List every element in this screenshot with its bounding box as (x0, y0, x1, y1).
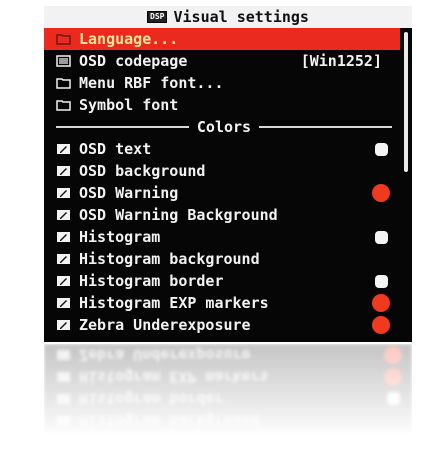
section-title: Colors (196, 118, 252, 136)
menu-item-menu-rbf-font[interactable]: Menu RBF font... (44, 72, 400, 94)
menu-item-label: Zebra Underexposure (79, 316, 251, 334)
menu-item-osd-background[interactable]: OSD background (44, 160, 400, 182)
menu-item-label: OSD Warning Background (79, 206, 278, 224)
color-edit-icon (56, 231, 71, 243)
color-edit-icon (56, 253, 71, 265)
menu-item-label: OSD background (79, 162, 206, 180)
menu-item-label: Histogram EXP markers (79, 294, 269, 312)
menu-item-label: OSD text (79, 140, 152, 158)
folder-icon (56, 77, 71, 89)
color-swatch (375, 274, 388, 288)
reflection-fade (44, 344, 412, 454)
color-swatch (375, 230, 388, 244)
color-edit-icon (56, 187, 71, 199)
color-edit-icon (56, 319, 71, 331)
camera-screen: DSP Visual settings Language... OSD code… (44, 6, 412, 342)
divider (259, 126, 392, 128)
menu-item-label: OSD Warning (79, 184, 179, 202)
menu-item-zebra-underexposure[interactable]: Zebra Underexposure (44, 314, 400, 336)
color-edit-icon (56, 143, 71, 155)
menu-item-osd-warning[interactable]: OSD Warning (44, 182, 400, 204)
title-bar: DSP Visual settings (44, 6, 412, 28)
menu-item-osd-text[interactable]: OSD text (44, 138, 400, 160)
color-swatch (372, 294, 390, 312)
menu-item-histogram[interactable]: Histogram (44, 226, 400, 248)
menu-item-label: Menu RBF font... (79, 74, 224, 92)
colors-section-header: Colors (44, 116, 400, 138)
color-swatch (375, 142, 388, 156)
menu-item-label: Histogram border (79, 272, 224, 290)
menu-item-label: Histogram (79, 228, 161, 246)
menu-item-histogram-background[interactable]: Histogram background (44, 248, 400, 270)
color-edit-icon (56, 209, 71, 221)
settings-menu: Language... OSD codepage [Win1252] Menu … (44, 28, 400, 336)
color-swatch (372, 316, 390, 334)
scrollbar[interactable] (404, 32, 408, 172)
list-icon (56, 55, 71, 67)
color-edit-icon (56, 165, 71, 177)
divider (56, 126, 189, 128)
menu-item-osd-codepage[interactable]: OSD codepage [Win1252] (44, 50, 400, 72)
folder-icon (56, 99, 71, 111)
color-swatch (372, 184, 390, 202)
menu-item-label: Symbol font (79, 96, 179, 114)
color-edit-icon (56, 275, 71, 287)
codepage-value: [Win1252] (300, 52, 382, 70)
menu-item-histogram-border[interactable]: Histogram border (44, 270, 400, 292)
dsp-icon: DSP (147, 11, 168, 23)
color-edit-icon (56, 297, 71, 309)
page-title: Visual settings (173, 8, 309, 26)
menu-item-label: Histogram background (79, 250, 260, 268)
screen-reflection: Histogram background Histogram border Hi… (44, 344, 412, 454)
menu-item-histogram-exp-markers[interactable]: Histogram EXP markers (44, 292, 400, 314)
folder-icon (56, 33, 71, 45)
menu-item-label: Language... (79, 30, 179, 48)
menu-item-osd-warning-background[interactable]: OSD Warning Background (44, 204, 400, 226)
menu-item-language[interactable]: Language... (44, 28, 400, 50)
menu-item-symbol-font[interactable]: Symbol font (44, 94, 400, 116)
